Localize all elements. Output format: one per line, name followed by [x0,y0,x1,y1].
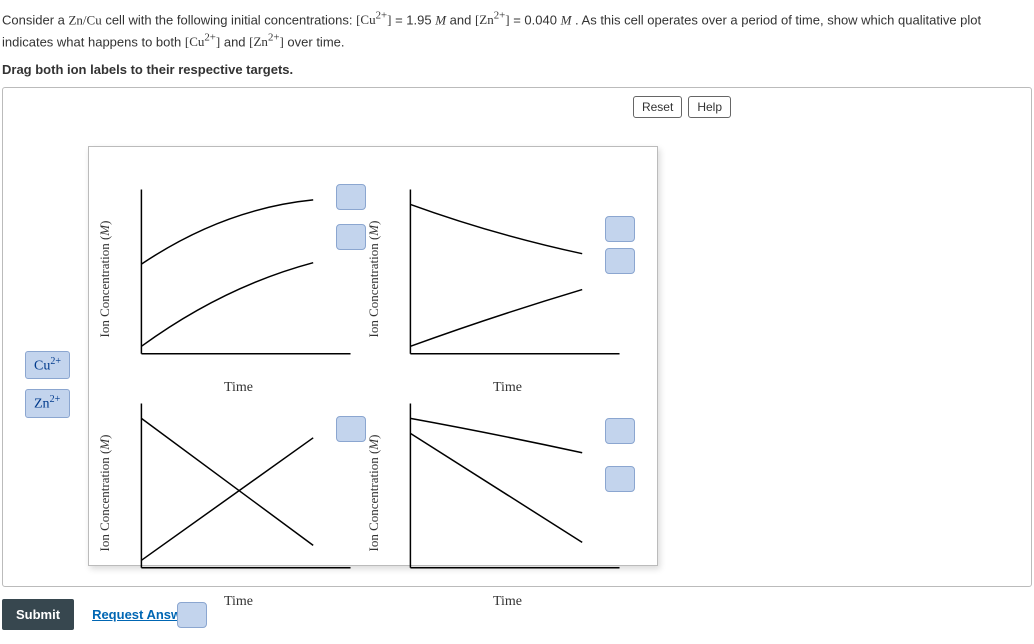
help-button[interactable]: Help [688,96,731,118]
drag-source-panel: Cu2+ Zn2+ [25,351,70,418]
target-d-upper[interactable] [605,418,635,444]
chip-cu[interactable]: Cu2+ [25,351,70,380]
target-b-upper[interactable] [605,216,635,242]
target-b-lower[interactable] [605,248,635,274]
reset-button[interactable]: Reset [633,96,682,118]
plot-d-svg [388,396,627,590]
plot-b: Ion Concentration (M) Time [388,182,627,376]
plot-c: Ion Concentration (M) Time [119,396,358,590]
plot-d: Ion Concentration (M) Time [388,396,627,590]
ylabel: Ion Concentration (M) [97,434,113,551]
plot-b-svg [388,182,627,376]
drag-stage: Cu2+ Zn2+ Ion Concentration (M) Time [13,126,673,566]
xlabel: Time [493,594,522,610]
submit-button[interactable]: Submit [2,599,74,630]
plot-c-svg [119,396,358,590]
xlabel: Time [224,380,253,396]
chip-zn[interactable]: Zn2+ [25,389,70,418]
plots-canvas: Ion Concentration (M) Time Ion Concentra… [88,146,658,566]
target-c-bottom[interactable] [177,602,207,628]
ylabel: Ion Concentration (M) [366,434,382,551]
target-a-upper[interactable] [336,184,366,210]
xlabel: Time [493,380,522,396]
target-a-lower[interactable] [336,224,366,250]
work-area: Reset Help Cu2+ Zn2+ Ion Concentration (… [2,87,1032,587]
xlabel: Time [224,594,253,610]
target-d-lower[interactable] [605,466,635,492]
instruction-text: Drag both ion labels to their respective… [2,62,1032,77]
plot-a-svg [119,182,358,376]
ylabel: Ion Concentration (M) [366,220,382,337]
ylabel: Ion Concentration (M) [97,220,113,337]
question-text: Consider a Zn/Cu cell with the following… [2,8,1032,52]
plot-a: Ion Concentration (M) Time [119,182,358,376]
target-c-side[interactable] [336,416,366,442]
